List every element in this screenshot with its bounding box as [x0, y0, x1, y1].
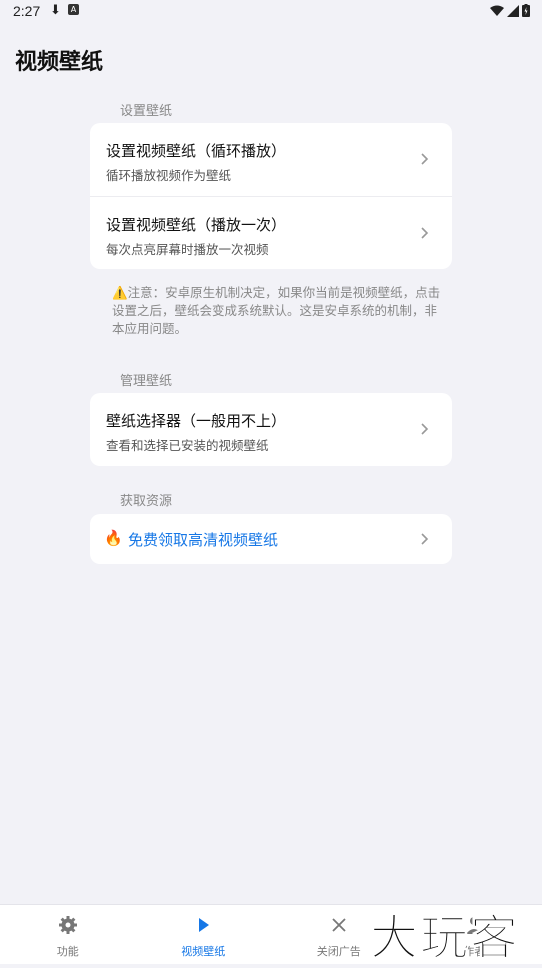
nav-close-ads[interactable]: 关闭广告: [271, 905, 407, 964]
status-bar: 2:27 ⬇ A: [0, 0, 542, 24]
person-icon: [464, 915, 484, 935]
bottom-navigation: 功能 视频壁纸 关闭广告 作者: [0, 904, 542, 964]
set-wallpaper-card: 设置视频壁纸（循环播放） 循环播放视频作为壁纸 设置视频壁纸（播放一次） 每次点…: [90, 123, 452, 269]
nav-label: 功能: [0, 943, 136, 959]
gear-icon: [58, 915, 78, 935]
nav-function[interactable]: 功能: [0, 905, 136, 964]
notification-a-icon: A: [68, 4, 79, 15]
free-wallpaper-link[interactable]: 🔥 免费领取高清视频壁纸: [90, 514, 452, 564]
section-label-resource: 获取资源: [120, 490, 172, 509]
row-subtitle: 循环播放视频作为壁纸: [106, 165, 231, 184]
section-label-manage: 管理壁纸: [120, 370, 172, 389]
chevron-right-icon: [418, 153, 430, 165]
fire-icon: 🔥: [104, 529, 123, 547]
battery-icon: [522, 4, 530, 17]
signal-icon: [507, 5, 519, 17]
row-subtitle: 查看和选择已安装的视频壁纸: [106, 435, 269, 454]
section-label-set: 设置壁纸: [120, 100, 172, 119]
wifi-icon: [490, 5, 504, 17]
play-icon: [193, 915, 213, 935]
wallpaper-picker-item[interactable]: 壁纸选择器（一般用不上） 查看和选择已安装的视频壁纸: [90, 393, 452, 466]
link-title: 免费领取高清视频壁纸: [128, 529, 278, 550]
download-icon: ⬇: [50, 3, 61, 18]
chevron-right-icon: [418, 533, 430, 545]
row-title: 设置视频壁纸（播放一次）: [106, 214, 286, 235]
nav-video-wallpaper[interactable]: 视频壁纸: [136, 905, 272, 964]
system-icons: [490, 4, 530, 17]
manage-wallpaper-card: 壁纸选择器（一般用不上） 查看和选择已安装的视频壁纸: [90, 393, 452, 466]
nav-label: 作者: [407, 943, 542, 959]
set-once-item[interactable]: 设置视频壁纸（播放一次） 每次点亮屏幕时播放一次视频: [90, 196, 452, 269]
chevron-right-icon: [418, 227, 430, 239]
nav-author[interactable]: 作者: [407, 905, 542, 964]
row-title: 设置视频壁纸（循环播放）: [106, 140, 286, 161]
row-title: 壁纸选择器（一般用不上）: [106, 410, 286, 431]
nav-label: 视频壁纸: [136, 943, 272, 959]
nav-label: 关闭广告: [271, 943, 407, 959]
chevron-right-icon: [418, 423, 430, 435]
page-title: 视频壁纸: [15, 44, 103, 76]
set-loop-item[interactable]: 设置视频壁纸（循环播放） 循环播放视频作为壁纸: [90, 123, 452, 196]
close-icon: [329, 915, 349, 935]
row-subtitle: 每次点亮屏幕时播放一次视频: [106, 239, 269, 258]
warning-note: ⚠️注意：安卓原生机制决定，如果你当前是视频壁纸，点击设置之后，壁纸会变成系统默…: [112, 284, 442, 338]
resource-card: 🔥 免费领取高清视频壁纸: [90, 514, 452, 564]
status-time: 2:27: [13, 3, 40, 19]
